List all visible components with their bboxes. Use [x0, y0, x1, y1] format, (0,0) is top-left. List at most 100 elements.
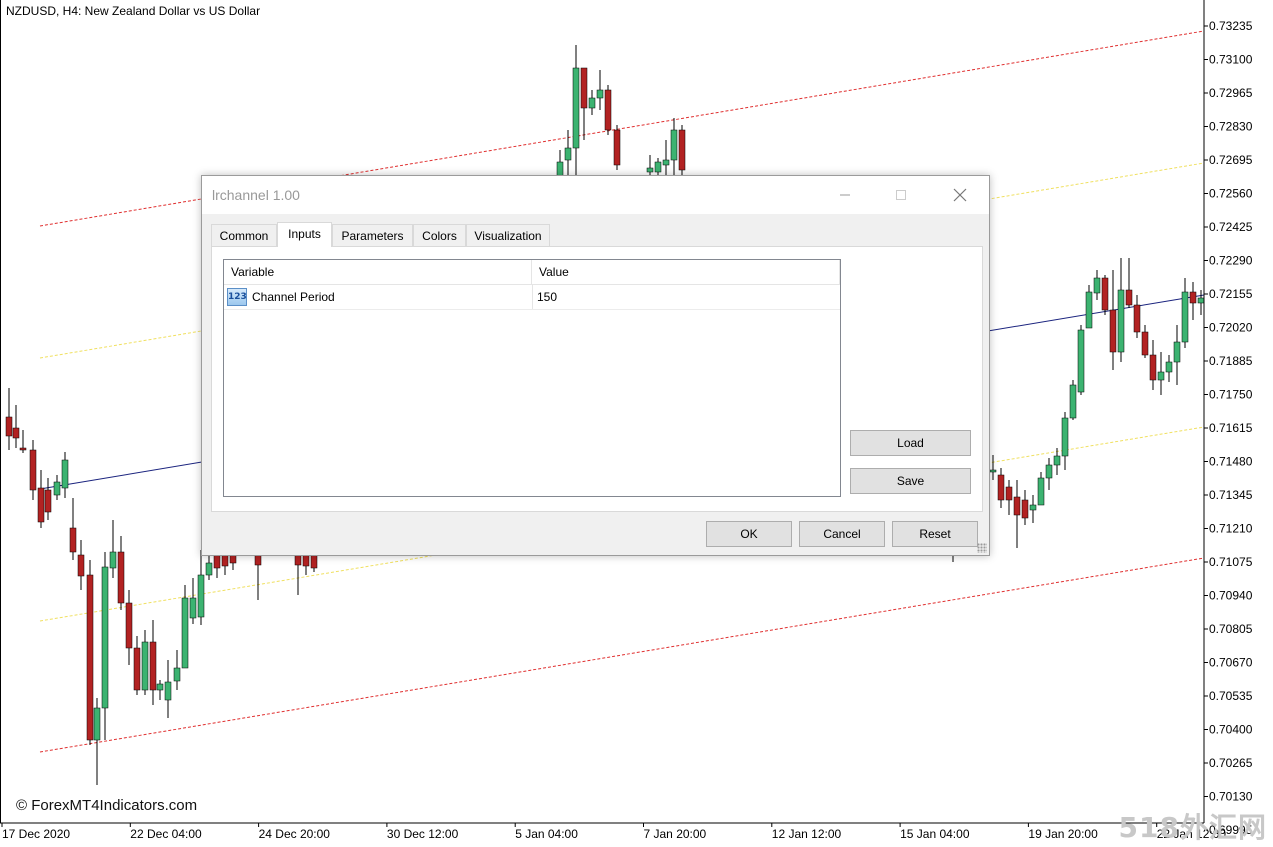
- bearish-candle: [294, 550, 302, 595]
- tab-common[interactable]: Common: [211, 224, 277, 246]
- bearish-candle: [5, 388, 13, 450]
- candle-body: [1037, 477, 1045, 506]
- time-tick-label: 19 Jan 20:00: [1028, 827, 1098, 841]
- bullish-candle: [1029, 495, 1037, 523]
- candle-body: [109, 551, 117, 569]
- candle-body: [588, 97, 596, 109]
- price-tick-label: 0.71345: [1209, 488, 1253, 502]
- candle-body: [1013, 496, 1021, 516]
- tab-colors[interactable]: Colors: [413, 224, 466, 246]
- bullish-candle: [109, 520, 117, 578]
- candle-body: [19, 447, 27, 451]
- close-button[interactable]: [937, 176, 983, 214]
- bearish-candle: [19, 430, 27, 453]
- candle-body: [1053, 455, 1061, 466]
- bullish-candle: [197, 550, 205, 625]
- tab-visualization[interactable]: Visualization: [466, 224, 550, 246]
- bullish-candle: [588, 90, 596, 115]
- bullish-candle: [1117, 258, 1125, 362]
- bullish-candle: [1181, 278, 1189, 348]
- candle-body: [1197, 297, 1205, 304]
- bearish-candle: [613, 125, 621, 170]
- bearish-candle: [77, 540, 85, 590]
- candle-body: [564, 147, 572, 161]
- bullish-candle: [1173, 325, 1181, 385]
- column-header-variable[interactable]: Variable: [224, 260, 532, 284]
- cancel-button[interactable]: Cancel: [799, 521, 885, 547]
- price-tick-label: 0.70400: [1209, 723, 1253, 737]
- candle-body: [44, 489, 52, 513]
- price-tick-label: 0.72695: [1209, 153, 1253, 167]
- close-icon: [953, 188, 967, 202]
- bullish-candle: [1053, 448, 1061, 475]
- candle-body: [125, 602, 133, 649]
- candle-body: [1181, 291, 1189, 343]
- column-header-value[interactable]: Value: [532, 260, 840, 284]
- minimize-button[interactable]: [822, 176, 868, 214]
- bearish-candle: [133, 636, 141, 695]
- bullish-candle: [1093, 270, 1101, 300]
- candle-body: [1085, 291, 1093, 329]
- candle-body: [1005, 486, 1013, 501]
- candle-body: [580, 67, 588, 109]
- bullish-candle: [1157, 352, 1165, 395]
- price-tick-label: 0.73235: [1209, 19, 1253, 33]
- candle-body: [1109, 309, 1117, 353]
- reset-button[interactable]: Reset: [892, 521, 978, 547]
- dialog-titlebar[interactable]: lrchannel 1.00: [202, 176, 989, 214]
- variable-value[interactable]: 150: [537, 285, 557, 309]
- candle-body: [149, 641, 157, 691]
- load-button[interactable]: Load: [850, 430, 971, 456]
- candle-body: [1077, 329, 1085, 393]
- candle-body: [1069, 384, 1077, 419]
- price-tick-label: 0.72830: [1209, 120, 1253, 134]
- candle-body: [997, 474, 1005, 501]
- candle-body: [1061, 417, 1069, 457]
- inputs-list[interactable]: Variable Value 123 Channel Period 150: [223, 259, 841, 497]
- candle-body: [101, 566, 109, 709]
- candle-body: [613, 129, 621, 166]
- inputs-tab-panel: Variable Value 123 Channel Period 150 Lo…: [211, 246, 983, 512]
- bearish-candle: [997, 468, 1005, 508]
- dialog-title: lrchannel 1.00: [212, 187, 300, 203]
- bullish-candle: [596, 70, 604, 110]
- tab-inputs[interactable]: Inputs: [277, 222, 332, 247]
- bullish-candle: [53, 475, 61, 500]
- bullish-candle: [1037, 472, 1045, 506]
- candle-body: [133, 647, 141, 691]
- bearish-candle: [1005, 480, 1013, 515]
- ok-button[interactable]: OK: [706, 521, 792, 547]
- bullish-candle: [1045, 458, 1053, 490]
- resize-grip[interactable]: [977, 543, 987, 553]
- candle-body: [37, 487, 45, 523]
- candle-body: [141, 641, 149, 691]
- price-tick-label: 0.72020: [1209, 321, 1253, 335]
- lower-outer-channel-line: [39, 557, 1205, 753]
- save-button[interactable]: Save: [850, 468, 971, 494]
- bullish-candle: [662, 140, 670, 175]
- bearish-candle: [604, 85, 612, 135]
- candle-body: [1101, 277, 1109, 311]
- minimize-icon: [840, 194, 850, 196]
- candle-body: [302, 554, 310, 567]
- candle-body: [173, 667, 181, 682]
- price-tick-label: 0.71480: [1209, 455, 1253, 469]
- bullish-candle: [1165, 355, 1173, 382]
- candle-body: [93, 707, 101, 741]
- price-tick-label: 0.71615: [1209, 421, 1253, 435]
- list-row[interactable]: 123 Channel Period 150: [224, 285, 840, 310]
- maximize-button[interactable]: [878, 176, 924, 214]
- bullish-candle: [181, 585, 189, 669]
- candle-body: [5, 416, 13, 437]
- bullish-candle: [989, 455, 997, 480]
- price-tick-label: 0.71075: [1209, 555, 1253, 569]
- time-tick-label: 15 Jan 04:00: [900, 827, 970, 841]
- candle-body: [1045, 464, 1053, 479]
- time-tick-label: 22 Dec 04:00: [130, 827, 202, 841]
- variable-name: Channel Period: [252, 290, 335, 304]
- candle-body: [1165, 361, 1173, 373]
- bearish-candle: [37, 470, 45, 528]
- tab-parameters[interactable]: Parameters: [332, 224, 413, 246]
- bullish-candle: [156, 680, 164, 700]
- bullish-candle: [173, 650, 181, 690]
